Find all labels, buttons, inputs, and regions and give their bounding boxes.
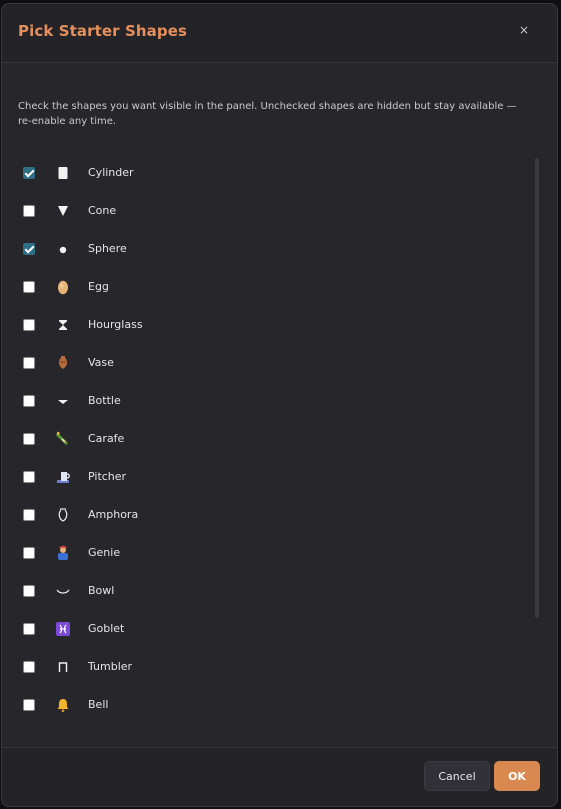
shape-row-bowl: Bowl — [2, 573, 522, 611]
cancel-button[interactable]: Cancel — [424, 761, 490, 791]
shape-label: Tumbler — [88, 660, 133, 673]
bell-icon — [54, 696, 72, 714]
shape-label: Sphere — [88, 242, 127, 255]
bowl-icon — [54, 582, 72, 600]
shape-label: Bell — [88, 698, 109, 711]
goblet-icon — [54, 620, 72, 638]
dialog-header: Pick Starter Shapes × — [2, 4, 557, 63]
shape-label: Pitcher — [88, 470, 127, 483]
shape-label: Amphora — [88, 508, 139, 521]
shape-checkbox-tumbler[interactable] — [23, 661, 35, 673]
shape-row-egg: Egg — [2, 269, 522, 307]
shape-checkbox-goblet[interactable] — [23, 623, 35, 635]
starter-shapes-dialog: Pick Starter Shapes × Check the shapes y… — [1, 3, 558, 807]
shape-checkbox-pitcher[interactable] — [23, 471, 35, 483]
ok-button[interactable]: OK — [494, 761, 540, 791]
shape-checkbox-egg[interactable] — [23, 281, 35, 293]
dialog-description: Check the shapes you want visible in the… — [18, 101, 517, 127]
cone-icon — [54, 202, 72, 220]
tumbler-icon — [54, 658, 72, 676]
shape-checkbox-bottle[interactable] — [23, 395, 35, 407]
vase-icon — [54, 354, 72, 372]
shape-checkbox-bell[interactable] — [23, 699, 35, 711]
shape-list: Cylinder Cone Sphere Egg Hourglass Vase … — [2, 155, 533, 747]
shape-label: Carafe — [88, 432, 125, 445]
shape-row-carafe: Carafe — [2, 421, 522, 459]
sphere-icon — [54, 240, 72, 258]
shape-checkbox-genie[interactable] — [23, 547, 35, 559]
shape-checkbox-cylinder[interactable] — [23, 167, 35, 179]
shape-checkbox-hourglass[interactable] — [23, 319, 35, 331]
shape-checkbox-amphora[interactable] — [23, 509, 35, 521]
shape-label: Goblet — [88, 622, 125, 635]
shape-list-scrollbar[interactable] — [535, 158, 539, 618]
shape-label: Cylinder — [88, 166, 134, 179]
shape-label: Hourglass — [88, 318, 143, 331]
shape-checkbox-sphere[interactable] — [23, 243, 35, 255]
shape-row-cone: Cone — [2, 193, 522, 231]
amphora-icon — [54, 506, 72, 524]
shape-row-pitcher: Pitcher — [2, 459, 522, 497]
hourglass-icon — [54, 316, 72, 334]
shape-checkbox-vase[interactable] — [23, 357, 35, 369]
shape-row-bell: Bell — [2, 687, 522, 725]
shape-row-hourglass: Hourglass — [2, 307, 522, 345]
shape-row-vase: Vase — [2, 345, 522, 383]
shape-label: Cone — [88, 204, 117, 217]
close-icon[interactable]: × — [517, 23, 531, 37]
shape-checkbox-cone[interactable] — [23, 205, 35, 217]
shape-label: Bowl — [88, 584, 115, 597]
cylinder-icon — [54, 164, 72, 182]
shape-checkbox-bowl[interactable] — [23, 585, 35, 597]
shape-row-cylinder: Cylinder — [2, 155, 522, 193]
shape-label: Vase — [88, 356, 114, 369]
shape-label: Bottle — [88, 394, 121, 407]
shape-row-amphora: Amphora — [2, 497, 522, 535]
shape-row-genie: Genie — [2, 535, 522, 573]
pitcher-icon — [54, 468, 72, 486]
shape-label: Genie — [88, 546, 121, 559]
shape-label: Egg — [88, 280, 109, 293]
dialog-title: Pick Starter Shapes — [18, 22, 188, 40]
shape-row-bottle: Bottle — [2, 383, 522, 421]
shape-row-goblet: Goblet — [2, 611, 522, 649]
carafe-icon — [54, 430, 72, 448]
shape-row-sphere: Sphere — [2, 231, 522, 269]
dialog-footer: Cancel OK — [2, 747, 557, 806]
shape-row-tumbler: Tumbler — [2, 649, 522, 687]
shape-checkbox-carafe[interactable] — [23, 433, 35, 445]
genie-icon — [54, 544, 72, 562]
dialog-content: Check the shapes you want visible in the… — [2, 63, 557, 747]
egg-icon — [54, 278, 72, 296]
bottle-icon — [54, 392, 72, 410]
